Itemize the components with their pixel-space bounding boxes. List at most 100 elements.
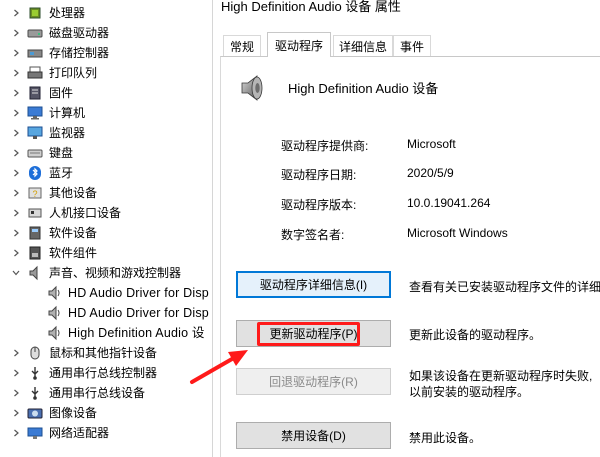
chevron-down-icon[interactable] bbox=[11, 268, 21, 278]
pointer-arrow-icon bbox=[190, 350, 248, 384]
driver-details-desc: 查看有关已安装驱动程序文件的详细 bbox=[409, 280, 600, 294]
tree-item-label: 键盘 bbox=[49, 146, 74, 160]
tree-category-item[interactable]: 人机接口设备 bbox=[0, 203, 212, 223]
tree-item-label: 存储控制器 bbox=[49, 46, 110, 60]
driver-details-button[interactable]: 驱动程序详细信息(I) bbox=[236, 271, 391, 298]
tree-item-label: HD Audio Driver for Disp bbox=[68, 306, 209, 320]
svg-text:?: ? bbox=[33, 189, 38, 199]
tree-item-label: 软件设备 bbox=[49, 226, 98, 240]
tree-item-label: 其他设备 bbox=[49, 186, 98, 200]
chevron-right-icon[interactable] bbox=[11, 228, 21, 238]
tree-item-label: 通用串行总线设备 bbox=[49, 386, 146, 400]
chevron-right-icon[interactable] bbox=[11, 408, 21, 418]
tree-category-item[interactable]: 打印队列 bbox=[0, 63, 212, 83]
chevron-right-icon[interactable] bbox=[11, 48, 21, 58]
tree-category-item[interactable]: 监视器 bbox=[0, 123, 212, 143]
chevron-right-icon[interactable] bbox=[11, 388, 21, 398]
speaker-icon bbox=[46, 285, 62, 301]
chevron-right-icon[interactable] bbox=[11, 168, 21, 178]
tree-item-label: 软件组件 bbox=[49, 246, 98, 260]
chevron-right-icon[interactable] bbox=[11, 108, 21, 118]
firmware-icon bbox=[27, 85, 43, 101]
chevron-right-icon[interactable] bbox=[11, 428, 21, 438]
chevron-right-icon[interactable] bbox=[11, 148, 21, 158]
tree-category-item[interactable]: 键盘 bbox=[0, 143, 212, 163]
camera-icon bbox=[27, 405, 43, 421]
tree-item-label: HD Audio Driver for Disp bbox=[68, 286, 209, 300]
tree-item-label: 通用串行总线控制器 bbox=[49, 366, 158, 380]
chevron-right-icon[interactable] bbox=[11, 368, 21, 378]
chevron-right-icon[interactable] bbox=[11, 8, 21, 18]
monitor-icon bbox=[27, 125, 43, 141]
tree-category-item[interactable]: 存储控制器 bbox=[0, 43, 212, 63]
tree-category-item[interactable]: 软件组件 bbox=[0, 243, 212, 263]
driver-provider-value: Microsoft bbox=[407, 137, 456, 151]
driver-date-label: 驱动程序日期: bbox=[281, 168, 357, 182]
device-name: High Definition Audio 设备 bbox=[288, 81, 439, 96]
tree-child-item[interactable]: HD Audio Driver for Disp bbox=[0, 303, 212, 323]
highlight-box bbox=[257, 322, 360, 346]
tree-category-item[interactable]: 磁盘驱动器 bbox=[0, 23, 212, 43]
tree-item-label: 人机接口设备 bbox=[49, 206, 122, 220]
tree-child-item[interactable]: High Definition Audio 设 bbox=[0, 323, 212, 343]
mouse-icon bbox=[27, 345, 43, 361]
tree-item-label: 蓝牙 bbox=[49, 166, 74, 180]
keyboard-icon bbox=[27, 145, 43, 161]
bluetooth-icon bbox=[27, 165, 43, 181]
update-driver-desc: 更新此设备的驱动程序。 bbox=[409, 328, 542, 342]
chevron-right-icon[interactable] bbox=[11, 28, 21, 38]
tree-category-item[interactable]: 通用串行总线设备 bbox=[0, 383, 212, 403]
tree-category-item[interactable]: 图像设备 bbox=[0, 403, 212, 423]
tree-item-label: 计算机 bbox=[49, 106, 86, 120]
rollback-driver-desc-line1: 如果该设备在更新驱动程序时失败, bbox=[409, 369, 593, 383]
chevron-right-icon[interactable] bbox=[11, 208, 21, 218]
tree-category-item[interactable]: ? 其他设备 bbox=[0, 183, 212, 203]
disable-device-desc: 禁用此设备。 bbox=[409, 431, 482, 445]
rollback-driver-desc-line2: 以前安装的驱动程序。 bbox=[409, 385, 530, 399]
tree-child-item[interactable]: HD Audio Driver for Disp bbox=[0, 283, 212, 303]
usb-icon bbox=[27, 365, 43, 381]
chevron-right-icon[interactable] bbox=[11, 188, 21, 198]
network-icon bbox=[27, 425, 43, 441]
software-component-icon bbox=[27, 245, 43, 261]
tab-events[interactable]: 事件 bbox=[393, 35, 431, 56]
chevron-right-icon[interactable] bbox=[11, 348, 21, 358]
driver-version-value: 10.0.19041.264 bbox=[407, 196, 491, 210]
tree-category-item[interactable]: 软件设备 bbox=[0, 223, 212, 243]
tree-category-item[interactable]: 蓝牙 bbox=[0, 163, 212, 183]
tree-item-label: High Definition Audio 设 bbox=[68, 326, 205, 340]
chevron-right-icon[interactable] bbox=[11, 88, 21, 98]
sound-icon bbox=[27, 265, 43, 281]
tree-item-label: 固件 bbox=[49, 86, 74, 100]
tree-category-item[interactable]: 处理器 bbox=[0, 3, 212, 23]
tree-item-label: 打印队列 bbox=[49, 66, 98, 80]
tab-general[interactable]: 常规 bbox=[223, 35, 261, 56]
tree-category-item[interactable]: 声音、视频和游戏控制器 bbox=[0, 263, 212, 283]
digital-signer-label: 数字签名者: bbox=[281, 228, 345, 242]
tree-category-item[interactable]: 通用串行总线控制器 bbox=[0, 363, 212, 383]
other-device-icon: ? bbox=[27, 185, 43, 201]
tree-category-item[interactable]: 固件 bbox=[0, 83, 212, 103]
driver-provider-label: 驱动程序提供商: bbox=[281, 139, 369, 153]
chevron-right-icon[interactable] bbox=[11, 248, 21, 258]
tree-item-label: 鼠标和其他指针设备 bbox=[49, 346, 158, 360]
chevron-right-icon[interactable] bbox=[11, 68, 21, 78]
tree-item-label: 监视器 bbox=[49, 126, 86, 140]
digital-signer-value: Microsoft Windows bbox=[407, 226, 508, 240]
device-tree: 处理器 磁盘驱动器 存储控制器 打印队列 固件 计算机 监视器 键盘 蓝牙? 其他设备 人机接口设备… bbox=[0, 0, 212, 457]
processor-icon bbox=[27, 5, 43, 21]
disk-drive-icon bbox=[27, 25, 43, 41]
rollback-driver-button: 回退驱动程序(R) bbox=[236, 368, 391, 395]
disable-device-button[interactable]: 禁用设备(D) bbox=[236, 422, 391, 449]
tree-item-label: 处理器 bbox=[49, 6, 86, 20]
tab-details[interactable]: 详细信息 bbox=[333, 35, 393, 56]
tree-item-label: 磁盘驱动器 bbox=[49, 26, 110, 40]
tree-category-item[interactable]: 网络适配器 bbox=[0, 423, 212, 443]
storage-controller-icon bbox=[27, 45, 43, 61]
tree-category-item[interactable]: 计算机 bbox=[0, 103, 212, 123]
tab-driver[interactable]: 驱动程序 bbox=[267, 32, 331, 57]
chevron-right-icon[interactable] bbox=[11, 128, 21, 138]
tree-item-label: 声音、视频和游戏控制器 bbox=[49, 266, 182, 280]
tree-category-item[interactable]: 鼠标和其他指针设备 bbox=[0, 343, 212, 363]
computer-icon bbox=[27, 105, 43, 121]
